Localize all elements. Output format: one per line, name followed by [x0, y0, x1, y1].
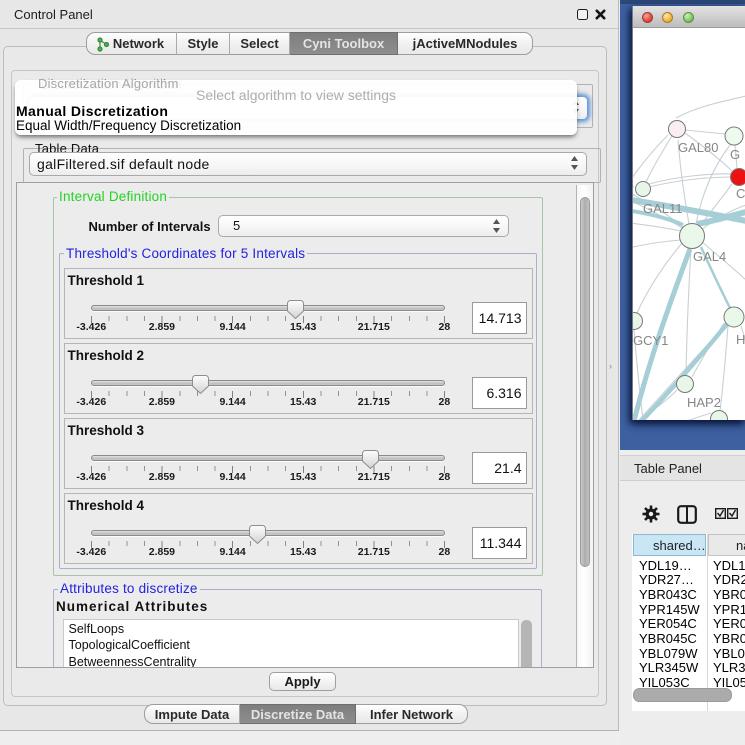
- svg-text:G: G: [730, 147, 740, 162]
- svg-text:GCY1: GCY1: [633, 333, 668, 348]
- svg-text:HAP2: HAP2: [687, 395, 721, 410]
- svg-text:H: H: [736, 332, 745, 347]
- svg-text:GAL11: GAL11: [643, 201, 683, 216]
- svg-text:C: C: [736, 186, 745, 201]
- svg-text:GAL80: GAL80: [678, 140, 718, 155]
- svg-text:GAL4: GAL4: [693, 249, 726, 264]
